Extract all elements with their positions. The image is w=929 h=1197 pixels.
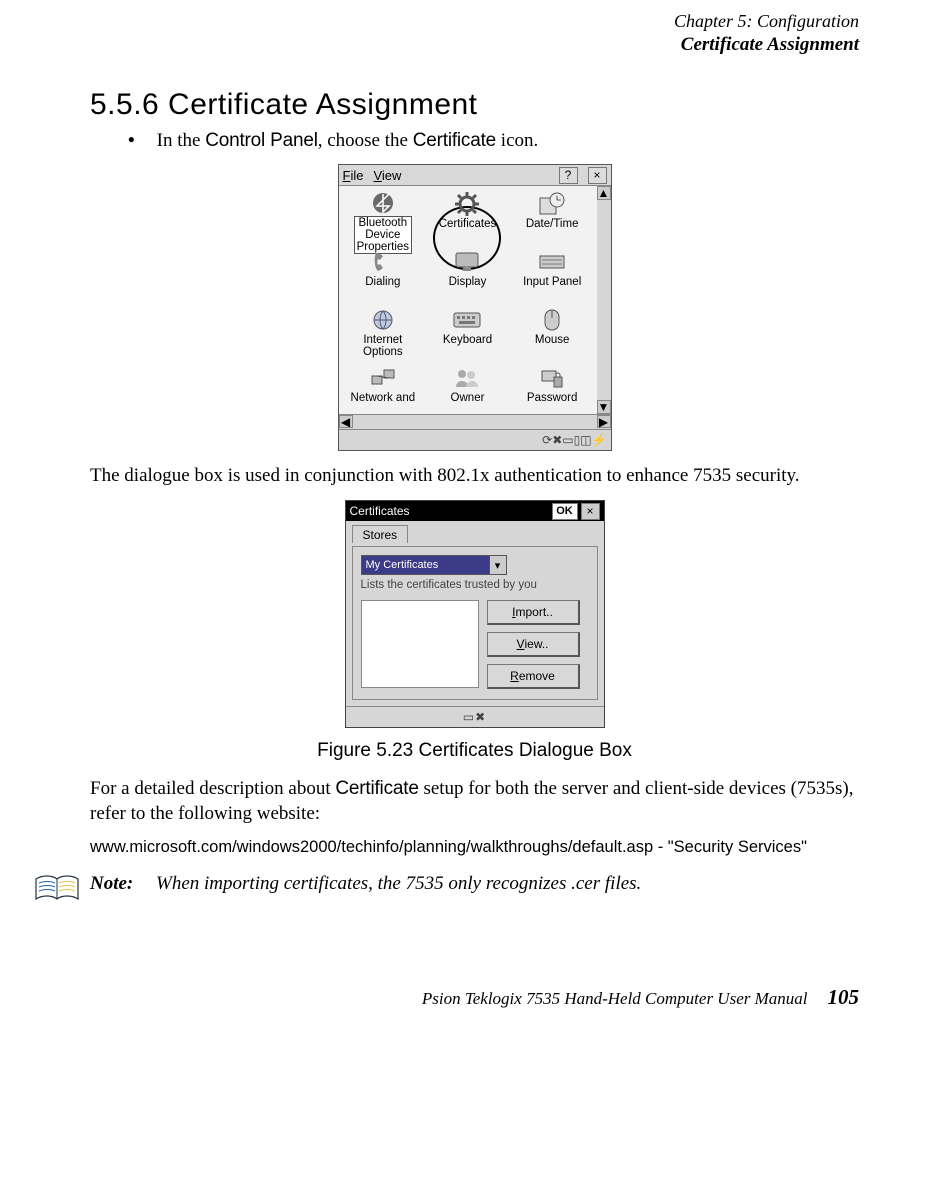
menu-file[interactable]: File: [343, 168, 364, 183]
header-section: Certificate Assignment: [90, 33, 859, 57]
import-button[interactable]: Import..: [487, 600, 580, 625]
footer-manual-title: Psion Teklogix 7535 Hand-Held Computer U…: [422, 989, 808, 1009]
note-text: When importing certificates, the 7535 on…: [156, 873, 641, 894]
cp-item-keyboard[interactable]: Keyboard: [425, 306, 510, 360]
footer-page-number: 105: [828, 985, 860, 1010]
close-button[interactable]: ×: [581, 503, 600, 520]
cp-label: Date/Time: [526, 218, 579, 230]
cp-item-owner[interactable]: Owner: [425, 364, 510, 418]
cp-item-dialing[interactable]: Dialing: [341, 248, 426, 302]
stores-panel: My Certificates ▾ Lists the certificates…: [352, 546, 598, 700]
mouse-icon: [537, 306, 567, 334]
scroll-down-icon[interactable]: ▼: [597, 400, 611, 414]
clock-icon: [537, 190, 567, 218]
cp-label: InternetOptions: [363, 334, 403, 358]
display-icon: [452, 248, 482, 276]
bullet-marker: •: [128, 130, 135, 152]
control-panel-window: File View ? × BluetoothDeviceProperties: [338, 164, 612, 451]
cp-label: Owner: [451, 392, 485, 404]
scroll-right-icon[interactable]: ▶: [597, 415, 611, 428]
close-button[interactable]: ×: [588, 167, 607, 184]
cp-label: Mouse: [535, 334, 570, 346]
network-icon: [368, 364, 398, 392]
dialog-title-text: Certificates: [350, 504, 410, 518]
body-paragraph-2: For a detailed description about Certifi…: [90, 776, 859, 826]
help-button[interactable]: ?: [559, 167, 578, 184]
cp-item-datetime[interactable]: Date/Time: [510, 190, 595, 244]
note-book-icon: [34, 873, 80, 905]
chevron-down-icon[interactable]: ▾: [489, 556, 506, 574]
dialog-titlebar: Certificates OK ×: [346, 501, 604, 521]
keyboard-icon: [452, 306, 482, 334]
section-heading: 5.5.6 Certificate Assignment: [90, 88, 859, 122]
cp-label: Network and: [351, 392, 416, 404]
cp-item-display[interactable]: Display: [425, 248, 510, 302]
cp-label: Certificates: [439, 218, 497, 230]
status-glyphs: ▭✖: [463, 710, 486, 724]
owner-icon: [452, 364, 482, 392]
globe-icon: [368, 306, 398, 334]
instruction-text: In the Control Panel, choose the Certifi…: [157, 130, 539, 152]
scroll-up-icon[interactable]: ▲: [597, 186, 611, 200]
ok-button[interactable]: OK: [552, 503, 578, 520]
tab-stores[interactable]: Stores: [352, 525, 409, 543]
dialog-statusbar: ▭✖: [346, 706, 604, 727]
horizontal-scrollbar[interactable]: ◀ ▶: [339, 414, 611, 429]
cp-item-internet[interactable]: InternetOptions: [341, 306, 426, 360]
cp-item-password[interactable]: Password: [510, 364, 595, 418]
cp-label: Dialing: [365, 276, 400, 288]
view-button[interactable]: View..: [487, 632, 580, 657]
vertical-scrollbar[interactable]: ▲ ▼: [597, 186, 611, 414]
cp-item-network[interactable]: Network and: [341, 364, 426, 418]
instruction-bullet: • In the Control Panel, choose the Certi…: [128, 130, 859, 152]
gear-icon: [452, 190, 482, 218]
bluetooth-icon: [368, 190, 398, 216]
tab-strip: Stores: [346, 521, 604, 546]
cp-item-certificates[interactable]: Certificates: [425, 190, 510, 244]
store-description: Lists the certificates trusted by you: [361, 579, 589, 592]
body-paragraph-1: The dialogue box is used in conjunction …: [90, 463, 859, 488]
input-panel-icon: [537, 248, 567, 276]
certificates-dialog: Certificates OK × Stores My Certificates…: [345, 500, 605, 728]
system-tray: ⟳✖▭▯◫⚡: [339, 429, 611, 450]
phone-icon: [368, 248, 398, 276]
cp-item-mouse[interactable]: Mouse: [510, 306, 595, 360]
cp-label: Input Panel: [523, 276, 581, 288]
menu-view[interactable]: View: [373, 168, 401, 183]
note-block: Note: When importing certificates, the 7…: [34, 873, 859, 905]
remove-button[interactable]: Remove: [487, 664, 580, 689]
menubar: File View ? ×: [339, 165, 611, 186]
control-panel-icon-grid: BluetoothDeviceProperties Certificates D…: [339, 186, 597, 418]
header-chapter: Chapter 5: Configuration: [90, 10, 859, 33]
figure-caption: Figure 5.23 Certificates Dialogue Box: [90, 740, 859, 762]
cp-item-inputpanel[interactable]: Input Panel: [510, 248, 595, 302]
page-header: Chapter 5: Configuration Certificate Ass…: [90, 10, 859, 56]
tray-glyphs: ⟳✖▭▯◫⚡: [542, 433, 606, 447]
cp-item-bluetooth[interactable]: BluetoothDeviceProperties: [341, 190, 426, 244]
store-combobox[interactable]: My Certificates ▾: [361, 555, 507, 575]
password-icon: [537, 364, 567, 392]
certificate-listbox[interactable]: [361, 600, 479, 688]
page-footer: Psion Teklogix 7535 Hand-Held Computer U…: [90, 985, 859, 1010]
cp-label: Keyboard: [443, 334, 492, 346]
cp-label: Password: [527, 392, 578, 404]
combobox-value: My Certificates: [366, 559, 439, 571]
note-label: Note:: [90, 873, 151, 894]
scroll-left-icon[interactable]: ◀: [339, 415, 353, 428]
reference-url: www.microsoft.com/windows2000/techinfo/p…: [90, 838, 859, 857]
cp-label: Display: [449, 276, 487, 288]
